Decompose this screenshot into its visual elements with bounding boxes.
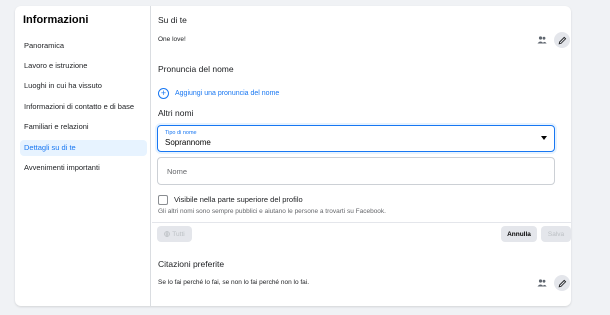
- sidebar-item-work-education[interactable]: Lavoro e istruzione: [20, 58, 147, 74]
- pencil-icon: [558, 36, 567, 45]
- sidebar-title: Informazioni: [23, 14, 89, 26]
- add-pronunciation-label: Aggiungi una pronuncia del nome: [175, 90, 280, 97]
- quotes-text: Se lo fai perché lo fai, se non lo fai p…: [158, 279, 310, 286]
- cancel-button[interactable]: Annulla: [501, 226, 537, 242]
- name-field[interactable]: [158, 158, 554, 184]
- sidebar-item-contact-info[interactable]: Informazioni di contatto e di base: [20, 99, 147, 115]
- about-card: Informazioni Panoramica Lavoro e istruzi…: [15, 6, 571, 306]
- form-divider: [152, 222, 571, 223]
- pencil-icon: [558, 279, 567, 288]
- sidebar-item-places-lived[interactable]: Luoghi in cui ha vissuto: [20, 78, 147, 94]
- name-type-select[interactable]: Tipo di nome Soprannome: [157, 125, 555, 152]
- add-pronunciation-link[interactable]: + Aggiungi una pronuncia del nome: [158, 88, 279, 99]
- edit-quotes-button[interactable]: [554, 275, 570, 291]
- edit-about-button[interactable]: [554, 32, 570, 48]
- globe-icon: [164, 231, 171, 237]
- name-field-wrapper: [157, 157, 555, 185]
- about-section-title: Su di te: [158, 15, 187, 25]
- sidebar-item-family[interactable]: Familiari e relazioni: [20, 119, 147, 135]
- sidebar-item-life-events[interactable]: Avvenimenti importanti: [20, 160, 147, 176]
- quotes-section-title: Citazioni preferite: [158, 259, 225, 269]
- pronunciation-section-title: Pronuncia del nome: [158, 64, 234, 74]
- show-at-top-label: Visibile nella parte superiore del profi…: [174, 195, 303, 204]
- other-names-helper-text: Gli altri nomi sono sempre pubblici e ai…: [158, 208, 386, 215]
- save-button[interactable]: Salva: [541, 226, 571, 242]
- sidebar-item-overview[interactable]: Panoramica: [20, 38, 147, 54]
- friends-icon[interactable]: [537, 278, 547, 288]
- name-type-value: Soprannome: [165, 138, 211, 147]
- show-at-top-checkbox[interactable]: [158, 195, 168, 205]
- audience-public-label: Tutti: [172, 230, 185, 238]
- plus-circle-icon: +: [158, 88, 169, 99]
- friends-icon[interactable]: [537, 35, 547, 45]
- about-sidebar: Informazioni Panoramica Lavoro e istruzi…: [15, 6, 151, 306]
- other-names-section-title: Altri nomi: [158, 108, 194, 118]
- details-main: Su di te One love! Pronuncia del nome + …: [152, 6, 571, 306]
- caret-down-icon: [541, 136, 547, 140]
- name-type-label: Tipo di nome: [165, 130, 197, 136]
- sidebar-item-details[interactable]: Dettagli su di te: [20, 140, 147, 156]
- audience-public-button[interactable]: Tutti: [157, 226, 192, 242]
- about-text: One love!: [158, 36, 186, 43]
